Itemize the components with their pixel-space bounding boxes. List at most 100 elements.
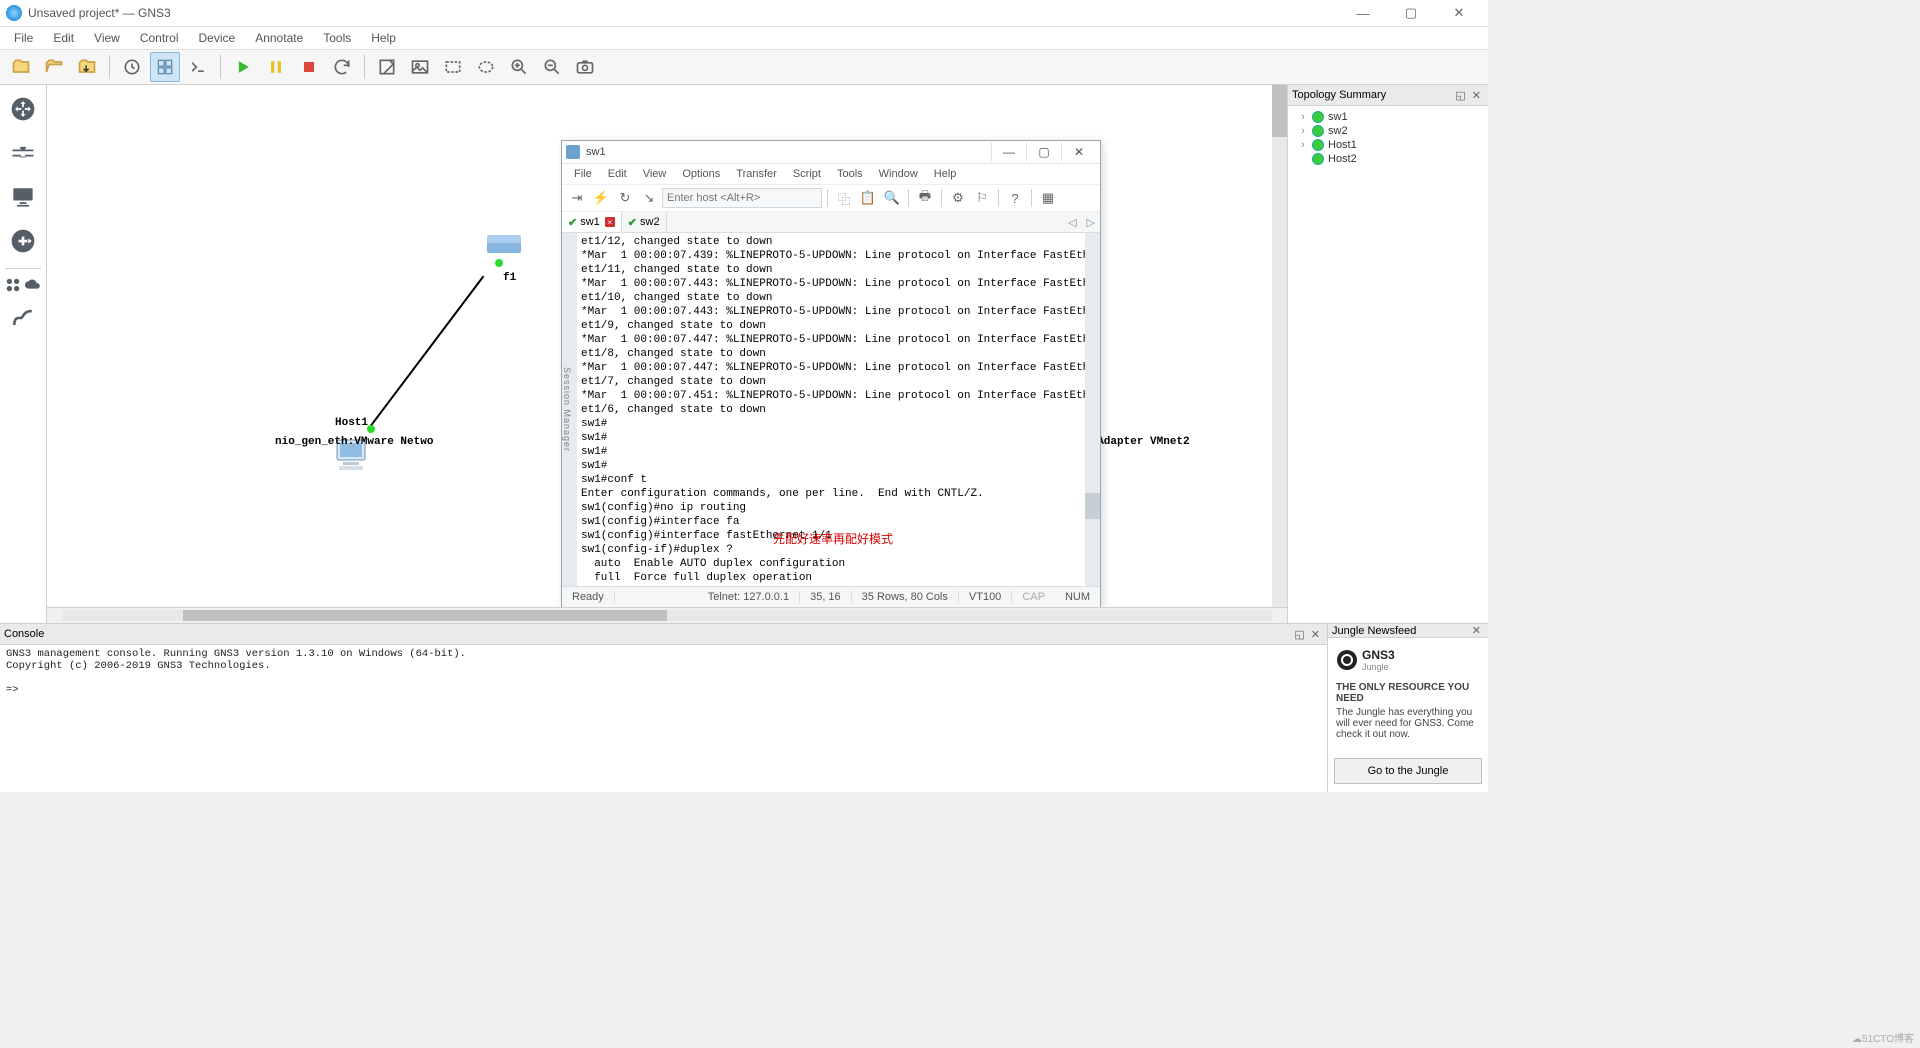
tree-label: Host1 [1328,139,1357,151]
reload-all-icon[interactable] [327,52,357,82]
link-line[interactable] [368,276,484,429]
new-project-icon[interactable] [6,52,36,82]
panel-undock-icon[interactable]: ◱ [1452,89,1468,102]
pause-all-icon[interactable] [261,52,291,82]
tab-prev-icon[interactable]: ◁ [1063,216,1081,229]
term-menu-window[interactable]: Window [871,168,926,180]
menu-edit[interactable]: Edit [43,29,84,47]
status-led-icon [1312,125,1324,137]
reconnect-icon[interactable]: ↻ [614,187,636,209]
terminal-body-wrap: Session Manager et1/12, changed state to… [562,233,1100,586]
menu-control[interactable]: Control [130,29,189,47]
tree-item-host2[interactable]: Host2 [1290,152,1486,166]
menu-help[interactable]: Help [361,29,406,47]
minimize-button[interactable]: — [1340,0,1386,26]
copy-icon[interactable]: ⿻ [833,187,855,209]
switch-device-icon[interactable] [487,233,521,259]
print-icon[interactable]: 🖶 [914,187,936,209]
go-to-jungle-button[interactable]: Go to the Jungle [1334,758,1482,784]
host1-label: Host1 [335,417,368,429]
term-menu-tools[interactable]: Tools [829,168,871,180]
open-project-icon[interactable] [39,52,69,82]
rectangle-icon[interactable] [438,52,468,82]
terminal-close-button[interactable]: ✕ [1061,142,1096,162]
cloud-icon[interactable] [24,276,42,294]
expand-icon[interactable]: › [1298,139,1308,151]
terminal-scrollbar[interactable] [1085,233,1100,586]
show-interface-icon[interactable] [150,52,180,82]
quick-connect-icon[interactable]: ⚡ [590,187,612,209]
term-menu-view[interactable]: View [635,168,675,180]
ellipse-icon[interactable] [471,52,501,82]
tab-next-icon[interactable]: ▷ [1082,216,1100,229]
router-icon[interactable] [3,89,43,129]
news-header[interactable]: Jungle Newsfeed ✕ [1328,624,1488,638]
expand-icon[interactable]: › [1298,111,1308,123]
menu-file[interactable]: File [4,29,43,47]
tab-sw2[interactable]: ✔sw2 [622,212,667,232]
news-brand-sub: Jungle [1362,662,1395,672]
image-icon[interactable] [405,52,435,82]
canvas-scroll-v[interactable] [1272,85,1287,607]
tree-item-sw2[interactable]: ›sw2 [1290,124,1486,138]
browse-devices-icon[interactable] [4,276,22,294]
maximize-button[interactable]: ▢ [1388,0,1434,26]
console-output[interactable]: GNS3 management console. Running GNS3 ve… [0,645,1327,792]
menu-device[interactable]: Device [189,29,246,47]
panel-undock-icon[interactable]: ◱ [1291,628,1307,641]
term-menu-file[interactable]: File [566,168,600,180]
panel-close-icon[interactable]: ✕ [1308,628,1323,641]
snapshot-icon[interactable] [117,52,147,82]
close-button[interactable]: ✕ [1436,0,1482,26]
tab-label: sw1 [580,216,600,228]
help-icon[interactable]: ? [1004,187,1026,209]
disconnect-icon[interactable]: ↘ [638,187,660,209]
session-manager-icon[interactable]: ⇥ [566,187,588,209]
term-menu-edit[interactable]: Edit [600,168,635,180]
menu-annotate[interactable]: Annotate [245,29,313,47]
tree-item-sw1[interactable]: ›sw1 [1290,110,1486,124]
toggle-icon[interactable]: ▦ [1037,187,1059,209]
tree-item-host1[interactable]: › Host1 [1290,138,1486,152]
session-options-icon[interactable]: ⚐ [971,187,993,209]
stop-all-icon[interactable] [294,52,324,82]
menu-tools[interactable]: Tools [313,29,361,47]
console-header[interactable]: Console ◱ ✕ [0,624,1327,645]
host-input[interactable] [662,188,822,208]
note-icon[interactable] [372,52,402,82]
terminal-maximize-button[interactable]: ▢ [1026,142,1061,162]
panel-close-icon[interactable]: ✕ [1469,89,1484,102]
topology-canvas[interactable]: f1 Host1 nio_gen_eth:VMware Netwo etwork… [47,85,1287,607]
term-menu-script[interactable]: Script [785,168,829,180]
security-icon[interactable] [3,221,43,261]
panel-header[interactable]: Topology Summary ◱ ✕ [1288,85,1488,106]
terminal-minimize-button[interactable]: — [991,142,1026,162]
term-menu-transfer[interactable]: Transfer [728,168,785,180]
tab-close-icon[interactable]: × [605,217,615,227]
switch-icon[interactable] [3,133,43,173]
endhost-icon[interactable] [3,177,43,217]
panel-close-icon[interactable]: ✕ [1469,624,1484,637]
canvas-scroll-h[interactable] [47,607,1287,623]
expand-icon[interactable]: › [1298,125,1308,137]
start-all-icon[interactable] [228,52,258,82]
terminal-titlebar[interactable]: sw1 — ▢ ✕ [562,141,1100,164]
expand-icon[interactable] [1298,153,1308,165]
tab-sw1[interactable]: ✔sw1× [562,212,622,232]
term-menu-options[interactable]: Options [674,168,728,180]
console-icon[interactable] [183,52,213,82]
save-project-icon[interactable] [72,52,102,82]
session-manager-sidebar[interactable]: Session Manager [562,233,577,586]
link-tool-icon[interactable] [3,298,43,338]
terminal-menubar: File Edit View Options Transfer Script T… [562,164,1100,185]
terminal-output[interactable]: et1/12, changed state to down *Mar 1 00:… [577,233,1085,586]
term-menu-help[interactable]: Help [926,168,965,180]
options-icon[interactable]: ⚙ [947,187,969,209]
separator [941,189,942,207]
find-icon[interactable]: 🔍 [881,187,903,209]
zoom-out-icon[interactable] [537,52,567,82]
menu-view[interactable]: View [84,29,130,47]
zoom-in-icon[interactable] [504,52,534,82]
screenshot-icon[interactable] [570,52,600,82]
paste-icon[interactable]: 📋 [857,187,879,209]
